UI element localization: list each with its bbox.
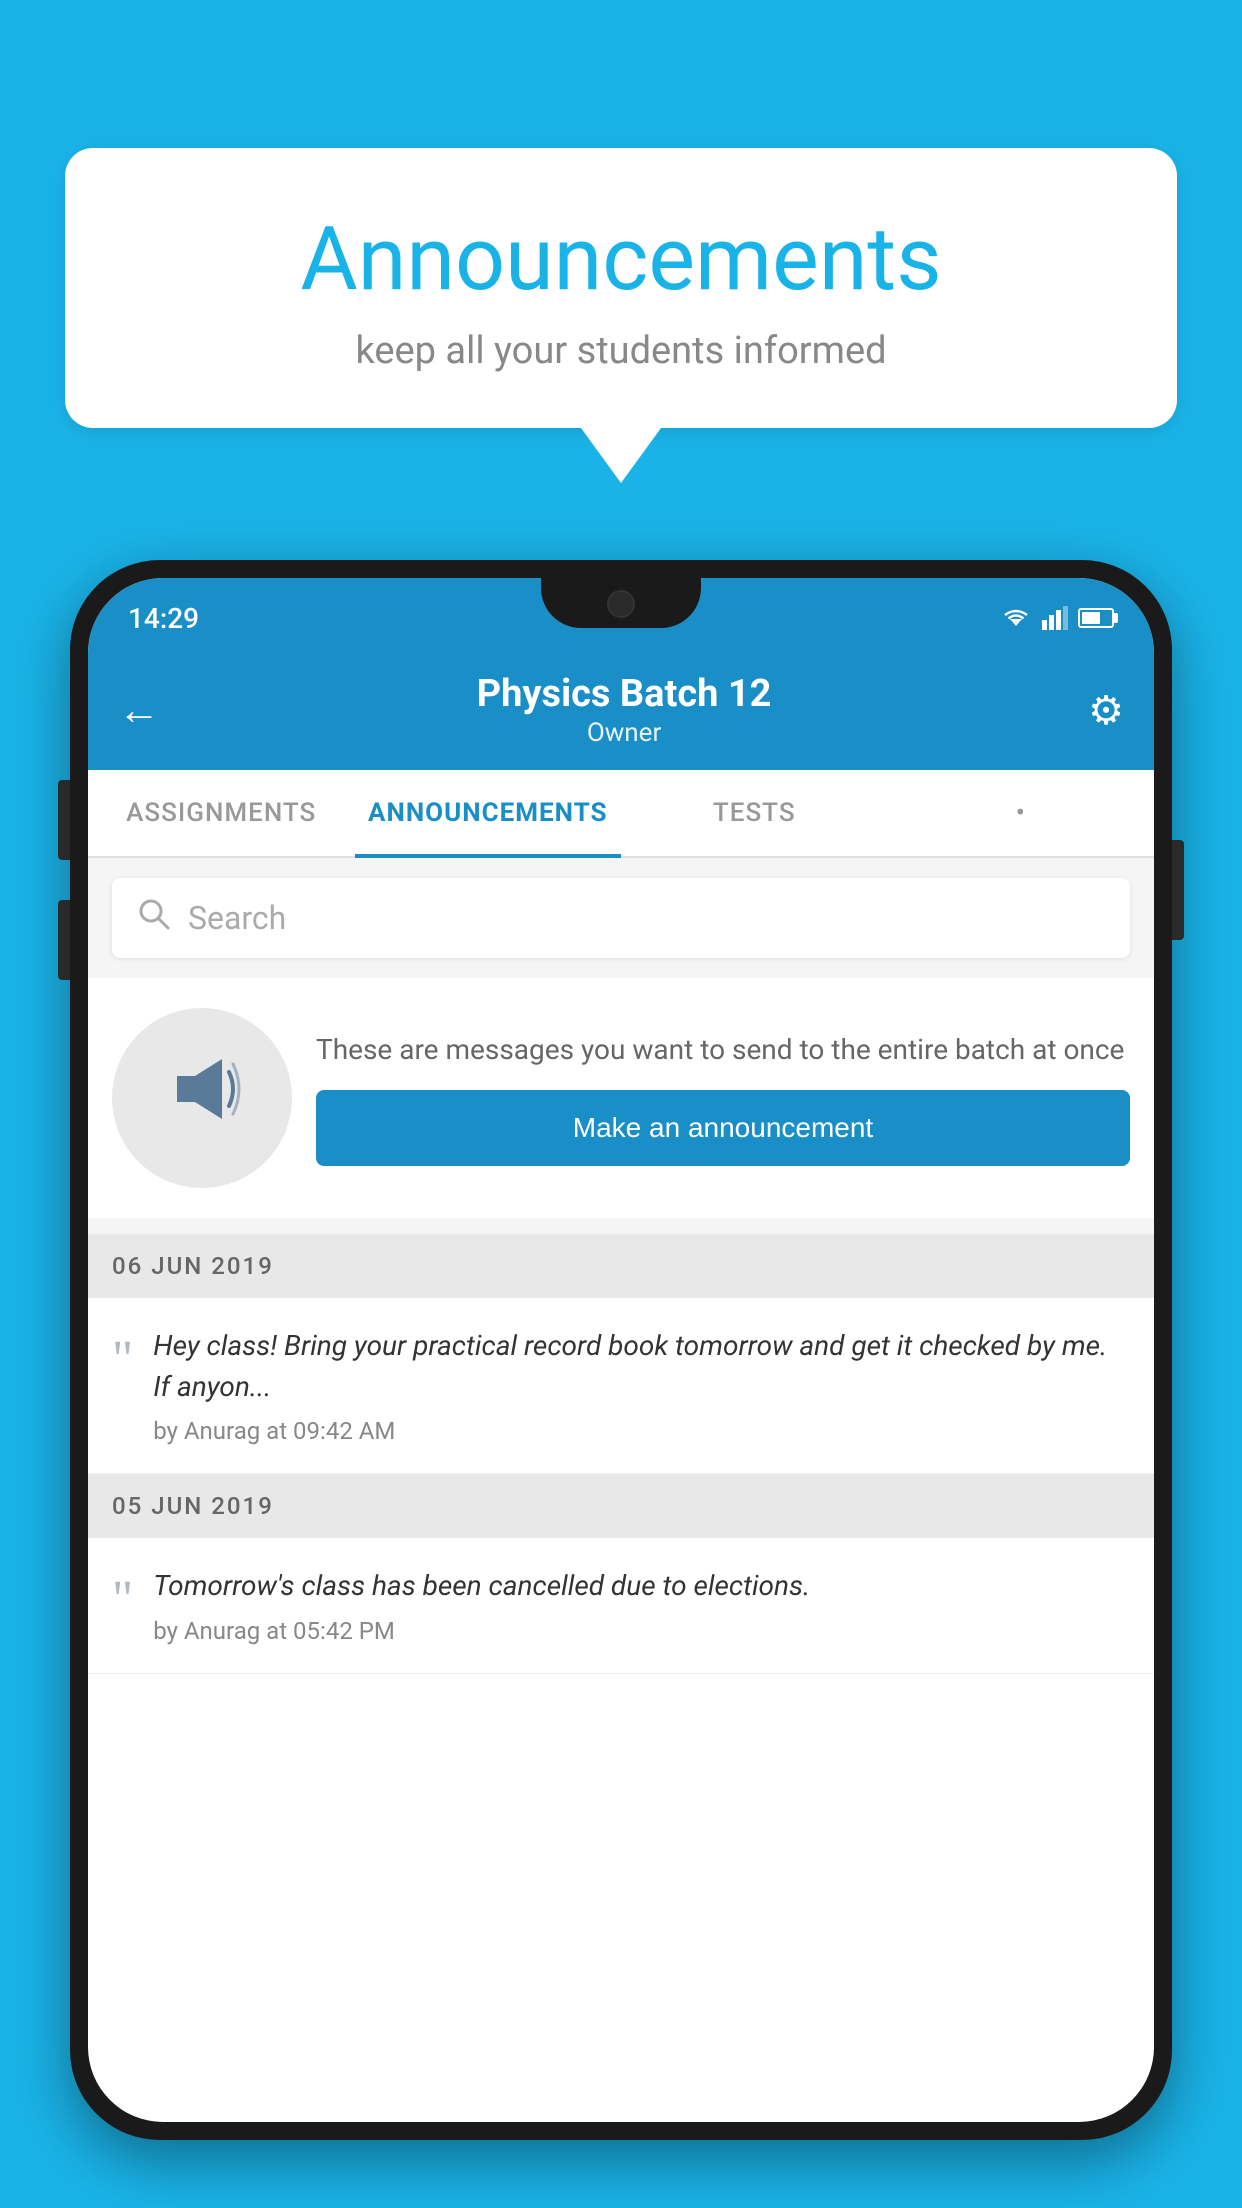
announcement-description: These are messages you want to send to t…: [316, 1030, 1130, 1069]
app-bar: ← Physics Batch 12 Owner ⚙: [88, 650, 1154, 770]
tab-assignments[interactable]: ASSIGNMENTS: [88, 770, 355, 856]
phone-outer: 14:29: [70, 560, 1172, 2140]
signal-icon: [1042, 606, 1068, 630]
tab-tests[interactable]: TESTS: [621, 770, 888, 856]
announcement-text-1: Hey class! Bring your practical record b…: [153, 1326, 1130, 1407]
make-announcement-button[interactable]: Make an announcement: [316, 1090, 1130, 1166]
phone-screen: 14:29: [88, 578, 1154, 2122]
announcement-item-2[interactable]: " Tomorrow's class has been cancelled du…: [88, 1538, 1154, 1674]
app-bar-title-container: Physics Batch 12 Owner: [180, 672, 1068, 748]
announcement-icon-circle: [112, 1008, 292, 1188]
camera: [607, 590, 635, 618]
announcement-content-1: Hey class! Bring your practical record b…: [153, 1326, 1130, 1445]
speech-bubble-subtitle: keep all your students informed: [145, 329, 1097, 373]
search-icon: [136, 896, 172, 941]
content-area: Search: [88, 858, 1154, 1674]
status-icons: [1000, 606, 1114, 630]
battery-fill: [1082, 612, 1100, 624]
tab-announcements[interactable]: ANNOUNCEMENTS: [355, 770, 622, 856]
phone-side-button-right: [1172, 840, 1184, 940]
speech-bubble-title: Announcements: [145, 208, 1097, 311]
back-button[interactable]: ←: [118, 686, 160, 735]
tabs-container: ASSIGNMENTS ANNOUNCEMENTS TESTS •: [88, 770, 1154, 858]
search-placeholder-text: Search: [188, 899, 286, 937]
announcement-content-2: Tomorrow's class has been cancelled due …: [153, 1566, 1130, 1645]
date-separator-1: 06 JUN 2019: [88, 1234, 1154, 1298]
app-bar-subtitle: Owner: [180, 718, 1068, 748]
quote-icon-2: ": [112, 1574, 133, 1626]
quote-icon-1: ": [112, 1334, 133, 1386]
tab-more[interactable]: •: [888, 770, 1155, 856]
announcement-author-2: by Anurag at 05:42 PM: [153, 1617, 1130, 1645]
announcement-promo-right: These are messages you want to send to t…: [316, 1030, 1130, 1165]
announcement-author-1: by Anurag at 09:42 AM: [153, 1417, 1130, 1445]
wifi-icon: [1000, 606, 1032, 630]
speech-bubble-arrow: [581, 428, 661, 483]
phone-side-button-left-1: [58, 780, 70, 860]
app-bar-title: Physics Batch 12: [180, 672, 1068, 716]
megaphone-icon: [157, 1044, 247, 1152]
phone-side-button-left-2: [58, 900, 70, 980]
announcement-promo: These are messages you want to send to t…: [88, 978, 1154, 1218]
announcement-item-1[interactable]: " Hey class! Bring your practical record…: [88, 1298, 1154, 1474]
announcement-text-2: Tomorrow's class has been cancelled due …: [153, 1566, 1130, 1607]
speech-bubble-container: Announcements keep all your students inf…: [65, 148, 1177, 483]
speech-bubble: Announcements keep all your students inf…: [65, 148, 1177, 428]
battery-icon: [1078, 608, 1114, 628]
date-separator-2: 05 JUN 2019: [88, 1474, 1154, 1538]
settings-icon[interactable]: ⚙: [1088, 687, 1124, 734]
search-bar[interactable]: Search: [112, 878, 1130, 958]
phone-notch: [541, 578, 701, 628]
phone-container: 14:29: [70, 560, 1172, 2208]
status-time: 14:29: [128, 602, 199, 635]
